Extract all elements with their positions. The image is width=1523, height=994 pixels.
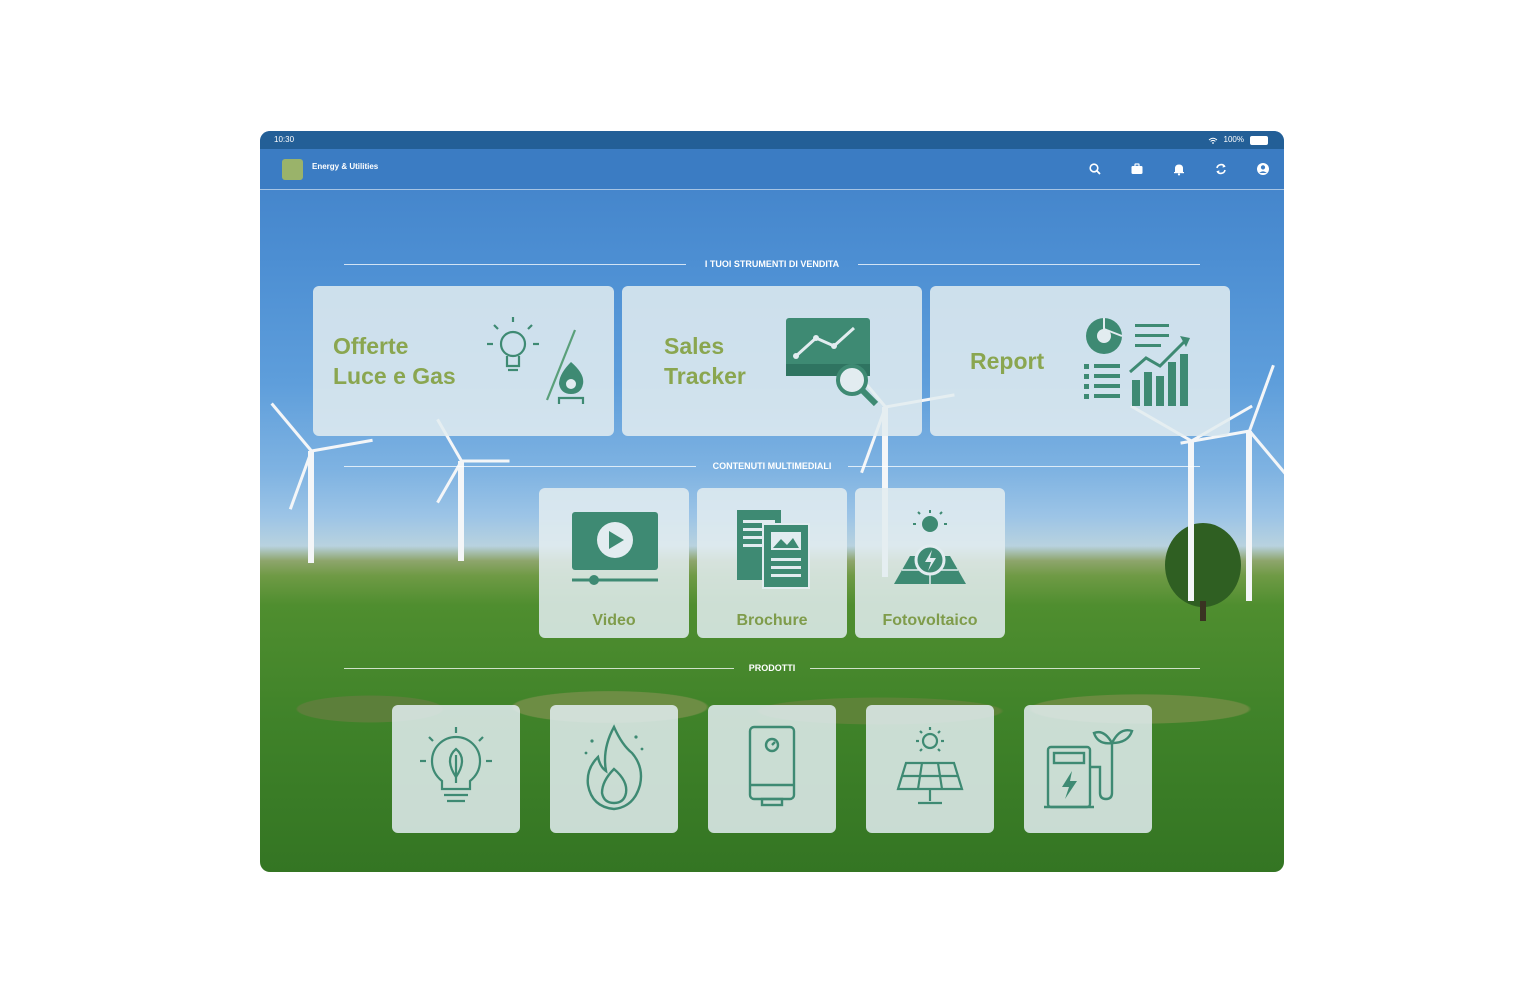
battery-percent: 100% [1223,135,1244,144]
media-card-brochure[interactable]: Brochure [697,488,847,638]
product-card-electricity[interactable] [392,705,520,833]
tool-title-line1: Offerte [333,333,409,359]
app-logo [282,159,303,180]
account-icon[interactable] [1256,162,1270,176]
briefcase-icon[interactable] [1130,162,1144,176]
status-time: 10:30 [274,135,295,144]
search-icon[interactable] [1088,162,1102,176]
report-chart-icon [1084,318,1190,406]
media-label: Fotovoltaico [882,612,978,629]
sales-tracker-icon [786,318,879,407]
background-tree [1165,523,1241,607]
ev-charger-icon [1044,729,1134,809]
product-card-boiler[interactable] [708,705,836,833]
bulb-gas-icon [487,317,585,404]
tool-title-line2: Luce e Gas [333,363,456,389]
video-player-icon [572,512,658,585]
media-label: Brochure [736,612,808,629]
product-card-ev-charging[interactable] [1024,705,1152,833]
app-title: Energy & Utilities [312,162,379,171]
tool-card-sales-tracker[interactable]: Sales Tracker [622,286,922,436]
status-bar: 10:30 100% [260,131,1284,149]
section-title-products: PRODOTTI [344,661,1200,675]
media-card-video[interactable]: Video [539,488,689,638]
product-card-solar[interactable] [866,705,994,833]
section-title-tools: I TUOI STRUMENTI DI VENDITA [344,257,1200,271]
media-label: Video [592,612,636,629]
tool-card-report[interactable]: Report [930,286,1230,436]
top-navbar: Energy & Utilities [260,149,1284,190]
bell-icon[interactable] [1172,162,1186,176]
section-title-media: CONTENUTI MULTIMEDIALI [344,459,1200,473]
eco-bulb-icon [420,727,492,803]
product-card-gas[interactable] [550,705,678,833]
wifi-icon [1208,137,1217,144]
tool-title-line1: Report [970,348,1045,374]
brochure-icon [737,510,810,589]
battery-icon [1250,135,1268,145]
flame-icon [584,724,644,811]
solar-energy-icon [894,510,966,584]
tool-title-line2: Tracker [664,363,746,389]
media-card-fotovoltaico[interactable]: Fotovoltaico [855,488,1005,638]
boiler-icon [748,725,796,807]
tool-card-offerte[interactable]: Offerte Luce e Gas [313,286,614,436]
background-tree-trunk [1200,601,1206,621]
tool-title-line1: Sales [664,333,725,359]
sync-icon[interactable] [1214,162,1228,176]
tablet-screen: 10:30 100% Energy & Utilities I TUOI STR… [260,131,1284,872]
solar-panel-icon [896,727,964,805]
